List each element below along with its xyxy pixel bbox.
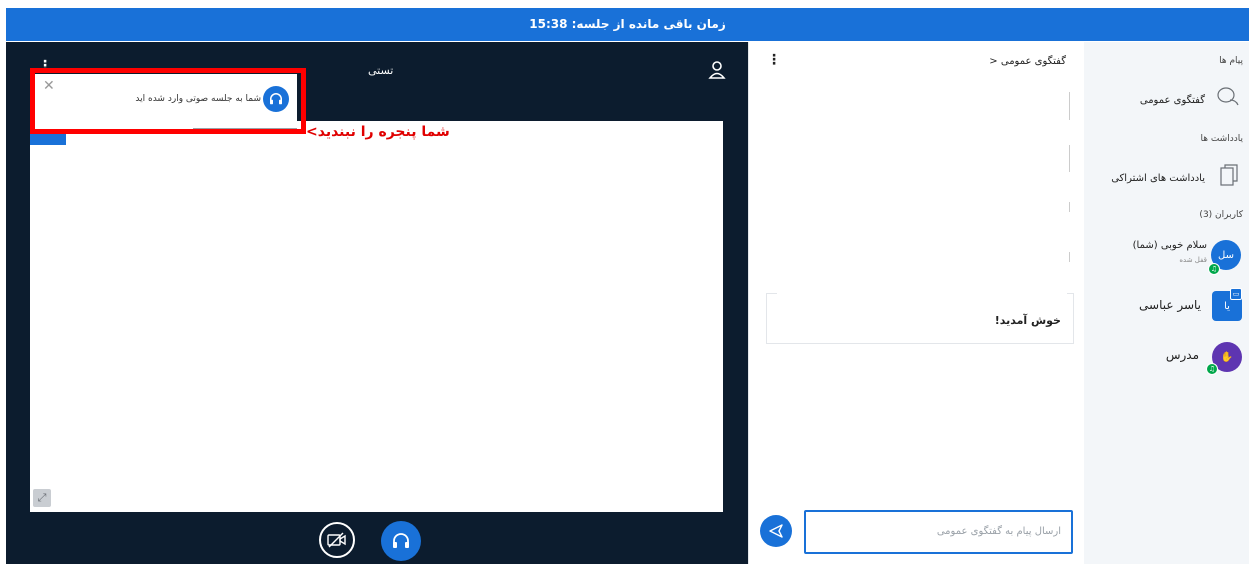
shared-notes-label: یادداشت های اشتراکی [1111,173,1205,184]
chat-bubble-icon [1217,87,1239,106]
user-name: یاسر عباسی [1139,298,1201,312]
fullscreen-icon[interactable]: ⤢ [33,489,51,507]
headset-badge-icon: ♫ [1206,363,1218,375]
notes-icon [1220,164,1238,186]
user-name: سلام خوبی (شما) [1132,240,1207,251]
chat-options-icon[interactable]: ⋮ [767,52,781,68]
welcome-message: خوش آمدید! [766,293,1074,344]
presenter-badge-icon: ▭ [1230,288,1242,300]
welcome-text: خوش آمدید! [994,314,1061,327]
app-root: زمان باقی مانده از جلسه: 15:38 ⋮ تستی ⤢ [0,0,1249,564]
public-chat-label: گفتگوی عمومی [1139,95,1205,106]
headphones-icon [393,533,409,548]
send-icon [769,524,783,538]
audio-button[interactable] [381,521,421,561]
send-message-button[interactable] [760,515,792,547]
users-section-title: کاربران (3) [1199,210,1243,220]
annotation-frame [30,68,306,134]
user-sidebar: پیام ها گفتگوی عمومی یادداشت ها یادداشت … [1084,42,1249,564]
camera-off-icon [327,532,346,548]
presentation-title: تستی [368,64,394,77]
session-time-label: زمان باقی مانده از جلسه: 15:38 [529,17,726,31]
headset-badge-icon: ♫ [1208,263,1220,275]
user-name: مدرس [1165,348,1199,362]
annotation-text: شما پنجره را نبندید> [306,124,450,140]
messages-section-title: پیام ها [1219,56,1243,66]
chat-title[interactable]: گفتگوی عمومی < [989,56,1066,67]
user-list-toggle-icon[interactable] [708,60,726,80]
camera-off-button[interactable] [319,522,355,558]
presentation-slide [30,121,723,512]
chevron-left-icon: < [989,56,998,67]
session-time-bar: زمان باقی مانده از جلسه: 15:38 [6,8,1249,41]
chat-panel: ⋮ گفتگوی عمومی < خوش آمدید! ارسال پیام ب… [748,42,1084,564]
notes-section-title: یادداشت ها [1200,134,1244,144]
user-status-label: قفل شده [1179,256,1207,264]
chat-title-label: گفتگوی عمومی [1000,56,1066,67]
chat-message-input[interactable]: ارسال پیام به گفتگوی عمومی [804,510,1073,554]
